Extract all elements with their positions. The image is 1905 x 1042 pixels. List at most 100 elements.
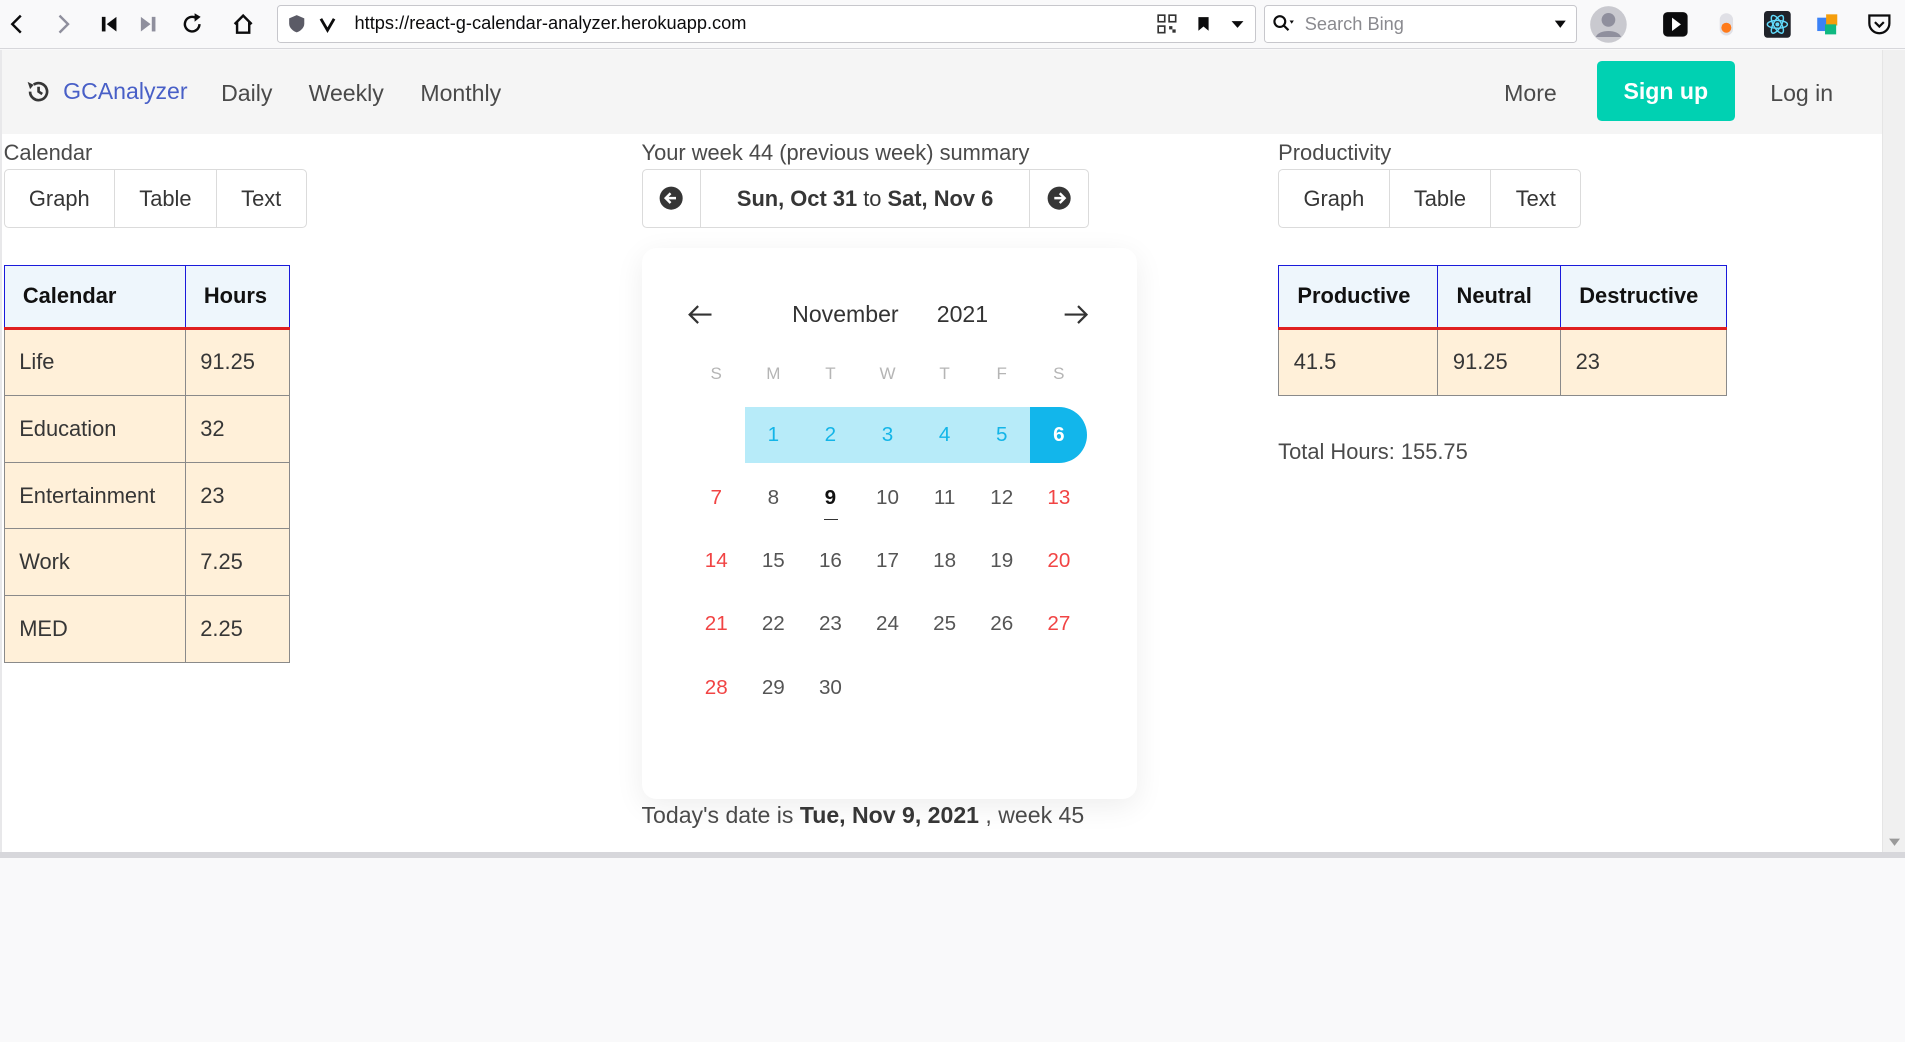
table-cell: Entertainment — [3, 461, 186, 530]
day-cell[interactable]: 12 — [973, 470, 1030, 526]
bookmark-icon[interactable] — [1192, 12, 1216, 36]
selected-range-end-day[interactable]: 6 — [1030, 407, 1088, 463]
reload-icon[interactable] — [175, 7, 209, 41]
calendar-tab-text[interactable]: Text — [217, 170, 306, 228]
table-row: 41.5 91.25 23 — [1278, 328, 1728, 396]
table-header: Hours — [184, 264, 291, 331]
back-icon[interactable] — [0, 7, 34, 41]
day-cell[interactable]: 2 — [801, 407, 859, 463]
day-cell[interactable]: 16 — [802, 533, 859, 589]
search-placeholder: Search Bing — [1304, 14, 1404, 35]
calendar-tab-graph[interactable]: Graph — [5, 169, 115, 228]
signup-button[interactable]: Sign up — [1596, 60, 1735, 122]
day-cell[interactable]: 17 — [859, 533, 916, 589]
table-cell: 23 — [184, 461, 291, 530]
brand-link[interactable]: GCAnalyzer — [24, 77, 188, 106]
day-cell[interactable]: 18 — [916, 533, 973, 589]
shield-icon[interactable] — [285, 13, 307, 35]
day-cell[interactable]: 20 — [1030, 533, 1087, 589]
skip-back-icon[interactable] — [92, 7, 126, 41]
table-cell: 23 — [1560, 328, 1728, 396]
search-dropdown-icon[interactable] — [1550, 13, 1569, 35]
login-link[interactable]: Log in — [1770, 80, 1833, 107]
weekday-label: S — [1053, 364, 1065, 384]
day-cell[interactable]: 8 — [745, 470, 802, 526]
week-navigator: Sun, Oct 31 to Sat, Nov 6 — [641, 168, 1089, 229]
nav-daily[interactable]: Daily — [221, 80, 272, 107]
day-cell[interactable]: 15 — [745, 533, 802, 589]
search-icon — [1271, 13, 1298, 35]
day-cell[interactable]: 10 — [859, 470, 916, 526]
play-extension-icon[interactable] — [1661, 10, 1690, 39]
next-month-button[interactable] — [1057, 296, 1093, 332]
week-range-separator: to — [857, 185, 888, 211]
react-devtools-icon[interactable] — [1763, 10, 1792, 39]
search-bar[interactable]: Search Bing — [1263, 4, 1578, 43]
nav-weekly[interactable]: Weekly — [309, 80, 384, 107]
table-cell: Education — [3, 394, 186, 463]
day-cell[interactable]: 26 — [973, 597, 1030, 653]
productivity-view-tabs: Graph Table Text — [1278, 168, 1582, 229]
week-range: Sun, Oct 31 to Sat, Nov 6 — [701, 170, 1029, 228]
qr-code-icon[interactable] — [1155, 12, 1179, 36]
history-icon — [27, 81, 49, 101]
day-cell[interactable]: 13 — [1030, 470, 1087, 526]
url-text: https://react-g-calendar-analyzer.heroku… — [354, 13, 747, 34]
next-week-button[interactable] — [1029, 169, 1087, 228]
day-cell[interactable]: 21 — [688, 597, 745, 653]
account-avatar-icon[interactable] — [1588, 4, 1629, 45]
pocket-icon[interactable] — [1865, 10, 1894, 39]
today-day-cell[interactable]: 9 — [802, 470, 859, 526]
table-cell: 32 — [184, 394, 291, 463]
table-cell: 91.25 — [184, 328, 291, 396]
year-label[interactable]: 2021 — [937, 301, 988, 328]
calendar-section-label: Calendar — [3, 139, 93, 165]
day-cell[interactable]: 4 — [916, 407, 974, 463]
day-cell[interactable]: 30 — [802, 660, 859, 716]
calendar-tab-table[interactable]: Table — [115, 169, 217, 228]
previous-week-button[interactable] — [643, 169, 701, 228]
day-cell[interactable]: 23 — [802, 597, 859, 653]
day-cell[interactable]: 11 — [916, 470, 973, 526]
table-row: Entertainment 23 — [3, 461, 291, 530]
month-label[interactable]: November — [792, 301, 898, 328]
day-cell[interactable]: 14 — [688, 533, 745, 589]
productivity-section-label: Productivity — [1278, 139, 1392, 165]
nav-more[interactable]: More — [1504, 80, 1557, 107]
url-bar[interactable]: https://react-g-calendar-analyzer.heroku… — [277, 4, 1257, 43]
productivity-tab-text[interactable]: Text — [1491, 170, 1580, 228]
table-cell: 41.5 — [1278, 328, 1439, 396]
day-cell[interactable]: 7 — [688, 470, 745, 526]
day-cell[interactable]: 28 — [688, 660, 745, 716]
day-cell[interactable]: 25 — [916, 597, 973, 653]
day-cell[interactable]: 24 — [859, 597, 916, 653]
day-cell[interactable]: 5 — [973, 407, 1031, 463]
multi-extension-icon[interactable] — [1814, 10, 1843, 39]
forward-icon[interactable] — [46, 7, 80, 41]
day-cell[interactable]: 27 — [1030, 597, 1087, 653]
productivity-tab-graph[interactable]: Graph — [1279, 169, 1390, 228]
day-cell[interactable]: 3 — [858, 407, 917, 463]
vertical-scrollbar[interactable] — [1882, 49, 1905, 852]
weekday-label: M — [766, 364, 781, 384]
chevron-down-icon[interactable] — [1226, 12, 1250, 36]
week-end: Sat, Nov 6 — [887, 185, 994, 211]
day-cell[interactable]: 22 — [745, 597, 802, 653]
day-cell[interactable]: 1 — [744, 407, 802, 463]
productivity-tab-table[interactable]: Table — [1390, 169, 1492, 228]
day-cell[interactable]: 29 — [745, 660, 802, 716]
home-icon[interactable] — [226, 7, 260, 41]
table-cell: 2.25 — [184, 595, 291, 664]
page-content: GCAnalyzer Daily Weekly Monthly More Sig… — [2, 49, 1883, 852]
weekday-label: W — [879, 364, 896, 384]
weekday-label: T — [825, 364, 836, 384]
horizontal-scrollbar[interactable] — [0, 851, 1905, 858]
toggle-extension-icon[interactable] — [1712, 10, 1741, 39]
skip-forward-icon[interactable] — [131, 7, 165, 41]
today-date: Tue, Nov 9, 2021 — [799, 801, 980, 828]
scroll-down-icon[interactable] — [1883, 835, 1905, 850]
nav-monthly[interactable]: Monthly — [420, 80, 501, 107]
today-info: Today's date is Tue, Nov 9, 2021 , week … — [642, 802, 1085, 829]
previous-month-button[interactable] — [683, 296, 719, 332]
day-cell[interactable]: 19 — [973, 533, 1030, 589]
